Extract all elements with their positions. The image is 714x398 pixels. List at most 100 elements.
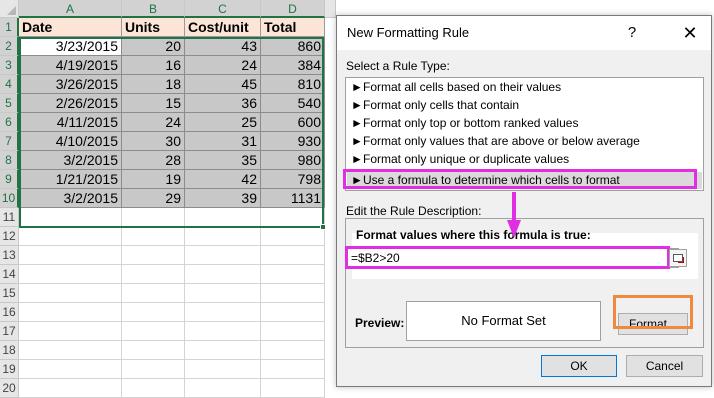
empty-cell[interactable]	[261, 379, 325, 398]
cancel-button[interactable]: Cancel	[626, 355, 703, 377]
data-cell[interactable]: 4/11/2015	[19, 113, 122, 132]
empty-cell[interactable]	[122, 322, 185, 341]
empty-cell[interactable]	[185, 208, 261, 227]
header-cell[interactable]: Cost/unit	[185, 18, 261, 37]
row-header-6[interactable]: 6	[0, 113, 19, 132]
select-all-corner[interactable]	[0, 0, 19, 18]
empty-cell[interactable]	[185, 379, 261, 398]
row-header-17[interactable]: 17	[0, 322, 19, 341]
column-header-d[interactable]: D	[261, 0, 325, 18]
close-button[interactable]: ✕	[677, 22, 703, 44]
empty-cell[interactable]	[19, 208, 122, 227]
data-cell[interactable]: 29	[122, 189, 185, 208]
data-cell[interactable]: 18	[122, 75, 185, 94]
empty-cell[interactable]	[185, 322, 261, 341]
data-cell[interactable]: 3/23/2015	[19, 37, 122, 56]
rule-type-item[interactable]: ►Format all cells based on their values	[351, 79, 561, 96]
row-header-16[interactable]: 16	[0, 303, 19, 322]
header-cell[interactable]: Date	[19, 18, 122, 37]
empty-cell[interactable]	[122, 265, 185, 284]
row-header-15[interactable]: 15	[0, 284, 19, 303]
empty-cell[interactable]	[19, 227, 122, 246]
row-header-5[interactable]: 5	[0, 94, 19, 113]
data-cell[interactable]: 810	[261, 75, 325, 94]
rule-type-list[interactable]: ►Format all cells based on their values …	[345, 77, 704, 191]
data-cell[interactable]: 28	[122, 151, 185, 170]
range-selector-icon[interactable]	[669, 249, 687, 267]
data-cell[interactable]: 19	[122, 170, 185, 189]
row-header-3[interactable]: 3	[0, 56, 19, 75]
help-button[interactable]: ?	[620, 23, 644, 43]
empty-cell[interactable]	[261, 208, 325, 227]
data-cell[interactable]: 20	[122, 37, 185, 56]
data-cell[interactable]: 35	[185, 151, 261, 170]
row-header-14[interactable]: 14	[0, 265, 19, 284]
data-cell[interactable]: 1131	[261, 189, 325, 208]
empty-cell[interactable]	[185, 265, 261, 284]
empty-cell[interactable]	[122, 284, 185, 303]
row-header-13[interactable]: 13	[0, 246, 19, 265]
data-cell[interactable]: 25	[185, 113, 261, 132]
data-cell[interactable]: 980	[261, 151, 325, 170]
empty-cell[interactable]	[19, 265, 122, 284]
data-cell[interactable]: 42	[185, 170, 261, 189]
row-header-11[interactable]: 11	[0, 208, 19, 227]
row-header-10[interactable]: 10	[0, 189, 19, 208]
data-cell[interactable]: 36	[185, 94, 261, 113]
row-header-12[interactable]: 12	[0, 227, 19, 246]
empty-cell[interactable]	[261, 360, 325, 379]
format-button[interactable]: Format...	[618, 313, 688, 335]
data-cell[interactable]: 45	[185, 75, 261, 94]
column-header-c[interactable]: C	[185, 0, 261, 18]
empty-cell[interactable]	[261, 322, 325, 341]
empty-cell[interactable]	[122, 341, 185, 360]
data-cell[interactable]: 3/26/2015	[19, 75, 122, 94]
empty-cell[interactable]	[185, 341, 261, 360]
data-cell[interactable]: 4/19/2015	[19, 56, 122, 75]
data-cell[interactable]: 600	[261, 113, 325, 132]
data-cell[interactable]: 43	[185, 37, 261, 56]
empty-cell[interactable]	[185, 303, 261, 322]
data-cell[interactable]: 384	[261, 56, 325, 75]
column-header-e[interactable]	[325, 0, 336, 18]
data-cell[interactable]: 4/10/2015	[19, 132, 122, 151]
data-cell[interactable]: 24	[185, 56, 261, 75]
empty-cell[interactable]	[19, 379, 122, 398]
data-cell[interactable]: 798	[261, 170, 325, 189]
data-cell[interactable]: 31	[185, 132, 261, 151]
data-cell[interactable]: 3/2/2015	[19, 189, 122, 208]
data-cell[interactable]: 24	[122, 113, 185, 132]
data-cell[interactable]: 3/2/2015	[19, 151, 122, 170]
empty-cell[interactable]	[261, 341, 325, 360]
column-header-b[interactable]: B	[122, 0, 185, 18]
empty-cell[interactable]	[185, 246, 261, 265]
data-cell[interactable]: 39	[185, 189, 261, 208]
formula-input[interactable]: =$B2>20	[347, 248, 679, 268]
dialog-titlebar[interactable]: New Formatting Rule ? ✕	[337, 16, 711, 50]
rule-type-item-selected[interactable]: ►Use a formula to determine which cells …	[347, 172, 702, 189]
rule-type-item[interactable]: ►Format only top or bottom ranked values	[351, 115, 578, 132]
empty-cell[interactable]	[19, 322, 122, 341]
empty-cell[interactable]	[19, 303, 122, 322]
data-cell[interactable]: 540	[261, 94, 325, 113]
fill-handle[interactable]	[320, 224, 326, 230]
empty-cell[interactable]	[122, 303, 185, 322]
empty-cell[interactable]	[19, 341, 122, 360]
rule-type-item[interactable]: ►Format only unique or duplicate values	[351, 151, 569, 168]
empty-cell[interactable]	[122, 208, 185, 227]
data-cell[interactable]: 16	[122, 56, 185, 75]
rule-type-item[interactable]: ►Format only values that are above or be…	[351, 133, 640, 150]
empty-cell[interactable]	[261, 284, 325, 303]
row-header-4[interactable]: 4	[0, 75, 19, 94]
empty-cell[interactable]	[122, 360, 185, 379]
data-cell[interactable]: 1/21/2015	[19, 170, 122, 189]
empty-cell[interactable]	[19, 246, 122, 265]
empty-cell[interactable]	[19, 360, 122, 379]
row-header-20[interactable]: 20	[0, 379, 19, 398]
empty-cell[interactable]	[185, 360, 261, 379]
empty-cell[interactable]	[185, 227, 261, 246]
empty-cell[interactable]	[261, 303, 325, 322]
ok-button[interactable]: OK	[541, 355, 617, 377]
row-header-1[interactable]: 1	[0, 18, 19, 37]
row-header-2[interactable]: 2	[0, 37, 19, 56]
